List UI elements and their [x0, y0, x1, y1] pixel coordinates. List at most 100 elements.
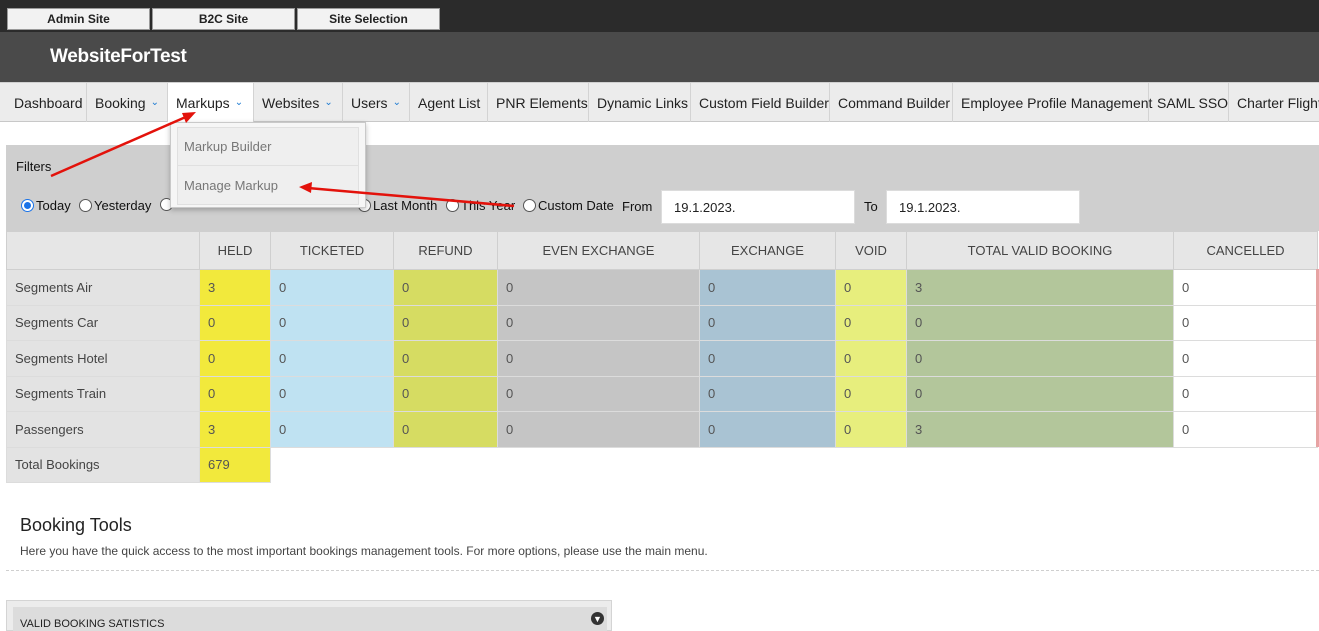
column-header-refund: REFUND — [393, 231, 498, 270]
stat-cell: 0 — [393, 269, 498, 306]
stat-cell: 0 — [497, 375, 700, 412]
radio-label: Yesterday — [94, 198, 152, 213]
row-label: Segments Air — [6, 269, 200, 306]
row-label: Passengers — [6, 411, 200, 448]
table-row: Segments Air 3 0 0 0 0 0 3 0 — [6, 269, 1318, 306]
nav-item-label: SAML SSO — [1157, 94, 1229, 111]
nav-item-saml-sso[interactable]: SAML SSO — [1149, 83, 1229, 122]
chevron-down-icon: ⌄ — [324, 97, 333, 108]
nav-item-websites[interactable]: Websites ⌄ — [254, 83, 343, 122]
stat-cell: 0 — [497, 304, 700, 341]
radio-last-month[interactable]: Last Month — [358, 198, 437, 213]
column-header-cancelled: CANCELLED — [1173, 231, 1318, 270]
radio-button-checked-icon[interactable] — [21, 199, 34, 212]
stat-cell: 0 — [497, 340, 700, 377]
stat-cell: 0 — [393, 340, 498, 377]
table-row: Passengers 3 0 0 0 0 0 3 0 — [6, 411, 1318, 448]
from-label: From — [622, 199, 653, 214]
radio-this-year[interactable]: This Year — [446, 198, 515, 213]
stat-cell: 0 — [906, 340, 1174, 377]
nav-item-label: Custom Field Builder — [699, 94, 829, 111]
empty-cell — [835, 447, 907, 483]
stat-cell: 0 — [835, 411, 907, 448]
stat-cell: 0 — [270, 304, 394, 341]
nav-item-label: Agent List — [418, 94, 481, 111]
nav-item-label: Charter Flight — [1237, 94, 1319, 111]
radio-button-icon[interactable] — [79, 199, 92, 212]
nav-item-dashboard[interactable]: Dashboard — [6, 83, 87, 122]
column-header-void: VOID — [835, 231, 907, 270]
stat-cell: 0 — [835, 340, 907, 377]
radio-yesterday[interactable]: Yesterday — [79, 198, 151, 213]
nav-item-users[interactable]: Users ⌄ — [343, 83, 410, 122]
stat-cell: 0 — [835, 375, 907, 412]
nav-item-label: Dynamic Links — [597, 94, 689, 111]
menu-item-markup-builder[interactable]: Markup Builder — [177, 127, 359, 166]
stat-cell: 0 — [906, 375, 1174, 412]
app-header: WebsiteForTest — [0, 32, 1319, 82]
nav-item-label: PNR Elements — [496, 94, 588, 111]
radio-custom-date[interactable]: Custom Date — [523, 198, 614, 213]
stat-cell: 0 — [270, 411, 394, 448]
stat-cell: 0 — [699, 411, 836, 448]
row-label: Total Bookings — [6, 446, 200, 483]
nav-item-label: Websites — [262, 94, 320, 111]
brand-title[interactable]: WebsiteForTest — [50, 46, 187, 68]
main-nav: Dashboard Booking ⌄ Markups ⌄ Websites ⌄ Us… — [0, 82, 1319, 122]
valid-booking-statistics-panel[interactable]: VALID BOOKING SATISTICS ▼ — [6, 600, 612, 631]
table-row-total: Total Bookings 679 — [6, 446, 1318, 483]
markups-dropdown: Markup Builder Manage Markup — [170, 122, 366, 208]
column-header-exchange: EXCHANGE — [699, 231, 836, 270]
nav-item-label: Command Builder — [838, 94, 951, 111]
panel-header[interactable]: VALID BOOKING SATISTICS ▼ — [13, 607, 607, 631]
from-date-input[interactable]: 19.1.2023. — [661, 190, 855, 224]
nav-item-charter-flight[interactable]: Charter Flight — [1229, 83, 1319, 122]
corner-header-cell — [6, 231, 200, 270]
total-bookings-value: 679 — [199, 446, 271, 483]
stat-cell: 0 — [835, 269, 907, 306]
admin-site-button[interactable]: Admin Site — [7, 8, 150, 30]
to-date-input[interactable]: 19.1.2023. — [886, 190, 1080, 224]
nav-item-command-builder[interactable]: Command Builder — [830, 83, 953, 122]
stat-cell: 0 — [270, 375, 394, 412]
stat-cell: 3 — [906, 269, 1174, 306]
stat-cell: 0 — [270, 340, 394, 377]
stat-cell: 0 — [699, 375, 836, 412]
radio-today[interactable]: Today — [21, 198, 71, 213]
stat-cell: 0 — [1173, 269, 1318, 306]
chevron-down-circle-icon[interactable]: ▼ — [591, 612, 604, 625]
nav-item-label: Markups — [176, 94, 230, 111]
chevron-down-icon: ⌄ — [150, 97, 159, 108]
menu-item-manage-markup[interactable]: Manage Markup — [177, 166, 359, 205]
page: Admin Site B2C Site Site Selection Websi… — [0, 0, 1319, 631]
nav-item-label: Employee Profile Management — [961, 94, 1153, 111]
stat-cell: 0 — [199, 304, 271, 341]
stat-cell: 0 — [497, 411, 700, 448]
nav-item-employee-profile-management[interactable]: Employee Profile Management — [953, 83, 1153, 122]
section-divider — [6, 570, 1319, 571]
nav-item-custom-field-builder[interactable]: Custom Field Builder — [691, 83, 830, 122]
stat-cell: 0 — [699, 340, 836, 377]
b2c-site-button[interactable]: B2C Site — [152, 8, 295, 30]
stat-cell: 0 — [1173, 375, 1318, 412]
booking-stats-table: HELD TICKETED REFUND EVEN EXCHANGE EXCHA… — [6, 231, 1318, 483]
empty-cell — [497, 447, 700, 483]
row-label: Segments Car — [6, 304, 200, 341]
nav-item-agent-list[interactable]: Agent List — [410, 83, 488, 122]
radio-label: Custom Date — [538, 198, 614, 213]
chevron-down-icon: ⌄ — [234, 97, 244, 108]
top-strip: Admin Site B2C Site Site Selection — [0, 0, 1319, 32]
nav-item-booking[interactable]: Booking ⌄ — [87, 83, 168, 122]
table-row: Segments Hotel 0 0 0 0 0 0 0 0 — [6, 340, 1318, 377]
stat-cell: 0 — [199, 340, 271, 377]
site-selection-button[interactable]: Site Selection — [297, 8, 440, 30]
nav-item-pnr-elements[interactable]: PNR Elements — [488, 83, 589, 122]
stat-cell: 0 — [393, 411, 498, 448]
nav-item-dynamic-links[interactable]: Dynamic Links — [589, 83, 691, 122]
filters-title: Filters — [16, 159, 52, 174]
radio-button-icon[interactable] — [523, 199, 536, 212]
nav-item-markups[interactable]: Markups ⌄ — [168, 83, 254, 122]
stat-cell: 0 — [906, 304, 1174, 341]
radio-button-icon[interactable] — [446, 199, 459, 212]
nav-item-label: Users — [351, 94, 388, 111]
